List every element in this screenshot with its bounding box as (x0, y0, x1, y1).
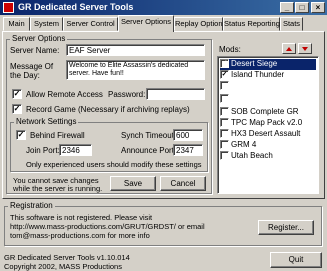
mod-checkbox[interactable]: ✓ (220, 70, 229, 80)
mod-checkbox[interactable] (220, 81, 229, 91)
title-bar[interactable]: GR Dedicated Server Tools _ □ × (0, 0, 327, 15)
move-up-button[interactable] (282, 43, 296, 54)
password-input[interactable] (146, 88, 205, 100)
mod-item[interactable]: TPC Map Pack v2.0 (220, 118, 302, 129)
allow-remote-checkbox[interactable]: ✓ (12, 89, 22, 99)
synch-timeout-label: Synch Timeout: (121, 131, 177, 140)
mod-item[interactable] (220, 94, 231, 105)
tab-server-options[interactable]: Server Options (118, 15, 174, 32)
registration-text-line2: http://www.mass-productions.com/GRUT/GRD… (10, 222, 205, 231)
mod-checkbox[interactable] (220, 140, 229, 150)
announce-port-label: Announce Port: (121, 146, 177, 155)
down-arrow-icon (302, 47, 308, 51)
save-button[interactable]: Save (110, 176, 156, 191)
synch-timeout-input[interactable]: 600 (173, 129, 203, 141)
copyright-text: Copyright 2002, MASS Productions (4, 262, 122, 271)
register-button[interactable]: Register... (258, 220, 314, 235)
quit-button[interactable]: Quit (270, 252, 322, 268)
mod-item[interactable]: ✓ Desert Siege (220, 59, 316, 70)
server-name-input[interactable]: EAF Server (66, 44, 205, 56)
announce-port-input[interactable]: 2347 (173, 144, 203, 156)
behind-firewall-label: Behind Firewall (30, 131, 85, 140)
network-settings-note: Only experienced users should modify the… (26, 160, 202, 169)
server-name-label: Server Name: (10, 46, 60, 55)
mod-label: Desert Siege (231, 59, 278, 68)
registration-text-line1: This software is not registered. Please … (10, 213, 153, 222)
close-button[interactable]: × (311, 2, 325, 13)
join-port-label: Join Port: (26, 146, 60, 155)
up-arrow-icon (286, 47, 292, 51)
mod-checkbox[interactable] (220, 129, 229, 139)
password-label: Password: (108, 90, 146, 99)
mod-label: TPC Map Pack v2.0 (231, 118, 303, 127)
record-game-label: Record Game (Necessary if archiving repl… (26, 105, 190, 114)
version-text: GR Dedicated Server Tools v1.10.014 (4, 253, 130, 262)
mod-checkbox[interactable] (220, 107, 229, 117)
mod-item[interactable]: Utah Beach (220, 151, 273, 162)
maximize-button[interactable]: □ (295, 2, 309, 13)
registration-group-label: Registration (8, 201, 55, 210)
window-title: GR Dedicated Server Tools (18, 2, 134, 12)
tab-main[interactable]: Main (3, 17, 30, 31)
server-options-group-label: Server Options (10, 34, 68, 43)
mod-label: HX3 Desert Assault (231, 129, 301, 138)
mod-item[interactable]: SOB Complete GR (220, 107, 299, 118)
move-down-button[interactable] (298, 43, 312, 54)
motd-label: Message Of the Day: (10, 62, 54, 80)
minimize-button[interactable]: _ (280, 2, 294, 13)
mod-checkbox[interactable] (220, 94, 229, 104)
mod-item[interactable] (220, 81, 231, 92)
tab-replay-options[interactable]: Replay Options (174, 17, 226, 31)
app-icon (3, 2, 14, 13)
record-game-checkbox[interactable]: ✓ (12, 104, 22, 114)
registration-text-line3: tom@mass-productions.com for more info (10, 231, 150, 240)
mod-checkbox[interactable]: ✓ (220, 59, 229, 69)
mod-item[interactable]: ✓ Island Thunder (220, 70, 284, 81)
allow-remote-label: Allow Remote Access (26, 90, 103, 99)
join-port-input[interactable]: 2346 (59, 144, 92, 156)
tab-server-control[interactable]: Server Control (63, 17, 118, 31)
network-settings-group-label: Network Settings (14, 117, 79, 126)
mod-label: Island Thunder (231, 70, 285, 79)
mod-label: SOB Complete GR (231, 107, 299, 116)
mods-label: Mods: (219, 45, 241, 54)
tab-status-reporting[interactable]: Status Reporting (223, 17, 280, 31)
mod-item[interactable]: HX3 Desert Assault (220, 129, 300, 140)
mod-item[interactable]: GRM 4 (220, 140, 256, 151)
mod-checkbox[interactable] (220, 118, 229, 128)
cancel-button[interactable]: Cancel (160, 176, 206, 191)
motd-textarea[interactable]: Welcome to Elite Assassin's dedicated se… (66, 60, 205, 80)
mods-list[interactable]: ✓ Desert Siege ✓ Island Thunder SOB Comple… (217, 56, 319, 194)
cannot-save-text-line2: while the server is running. (13, 184, 103, 193)
mod-label: Utah Beach (231, 151, 273, 160)
mod-label: GRM 4 (231, 140, 257, 149)
behind-firewall-checkbox[interactable]: ✓ (16, 130, 26, 140)
mod-checkbox[interactable] (220, 151, 229, 161)
tab-system[interactable]: System (30, 17, 63, 31)
tab-stats[interactable]: Stats (280, 17, 303, 31)
